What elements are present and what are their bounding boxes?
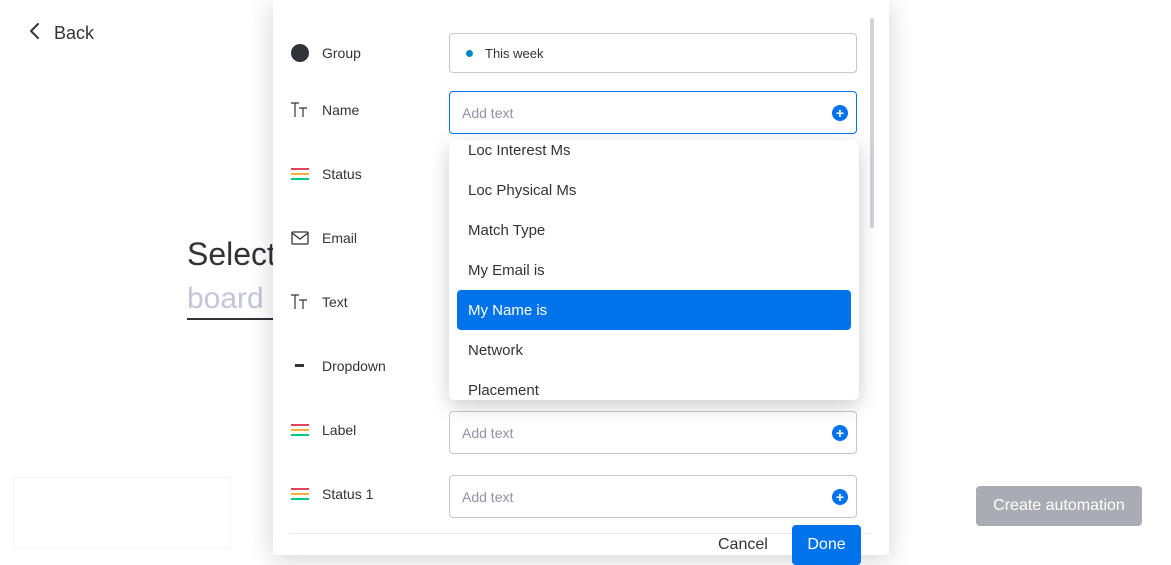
dropdown-option-selected[interactable]: My Name is [457,290,851,330]
dropdown-option[interactable]: Network [457,330,851,370]
filled-circle-icon [290,43,310,63]
field-row-status-1: Status 1 [290,484,373,504]
status-1-input[interactable]: Add text + [449,475,857,518]
status-lines-icon [290,164,310,184]
label-input[interactable]: Add text + [449,411,857,454]
name-placeholder: Add text [462,104,514,121]
dropdown-option[interactable]: Loc Physical Ms [457,170,851,210]
done-button[interactable]: Done [792,525,861,565]
status-lines-icon [290,484,310,504]
status-1-placeholder: Add text [462,488,514,505]
field-row-group: Group [290,43,361,63]
field-row-status: Status [290,164,362,184]
field-label-label: Label [322,422,357,438]
field-label-dropdown: Dropdown [322,358,386,374]
text-type-icon [290,292,310,312]
label-placeholder: Add text [462,424,514,441]
back-button[interactable]: Back [28,22,94,45]
dropdown-option[interactable]: Placement [457,370,851,400]
add-column-value-icon[interactable]: + [832,104,848,121]
modal-scrollbar[interactable] [870,18,874,228]
group-select[interactable]: This week [449,33,857,73]
field-label-text: Text [322,294,348,310]
group-color-dot [466,49,473,57]
field-label-group: Group [322,45,361,61]
name-input[interactable]: Add text + [449,91,857,134]
add-column-value-icon[interactable]: + [832,488,848,505]
create-automation-button[interactable]: Create automation [976,486,1142,526]
field-label-email: Email [322,230,358,246]
background-panel [14,478,230,548]
dropdown-option[interactable]: Match Type [457,210,851,250]
field-row-label: Label [290,420,356,440]
cancel-button[interactable]: Cancel [718,536,768,554]
chevron-left-icon [28,22,42,45]
field-row-name: Name [290,100,359,120]
field-row-email: Email [290,228,357,248]
field-label-status-1: Status 1 [322,486,374,502]
envelope-icon [290,228,310,248]
field-label-name: Name [322,102,360,118]
footer-divider [289,533,871,534]
status-lines-icon [290,420,310,440]
page-heading: Select [187,236,276,272]
field-row-dropdown: Dropdown [290,356,386,376]
field-row-text: Text [290,292,348,312]
board-placeholder[interactable]: board [187,282,277,320]
add-column-value-icon[interactable]: + [832,424,848,441]
column-options-dropdown: Loc Interest Ms Loc Physical Ms Match Ty… [449,140,859,400]
back-label: Back [54,23,95,43]
dropdown-option[interactable]: Loc Interest Ms [457,140,851,170]
text-type-icon [290,100,310,120]
dropdown-option[interactable]: My Email is [457,250,851,290]
group-value: This week [485,45,544,61]
field-label-status: Status [322,166,362,182]
dropdown-dash-icon [290,356,310,376]
